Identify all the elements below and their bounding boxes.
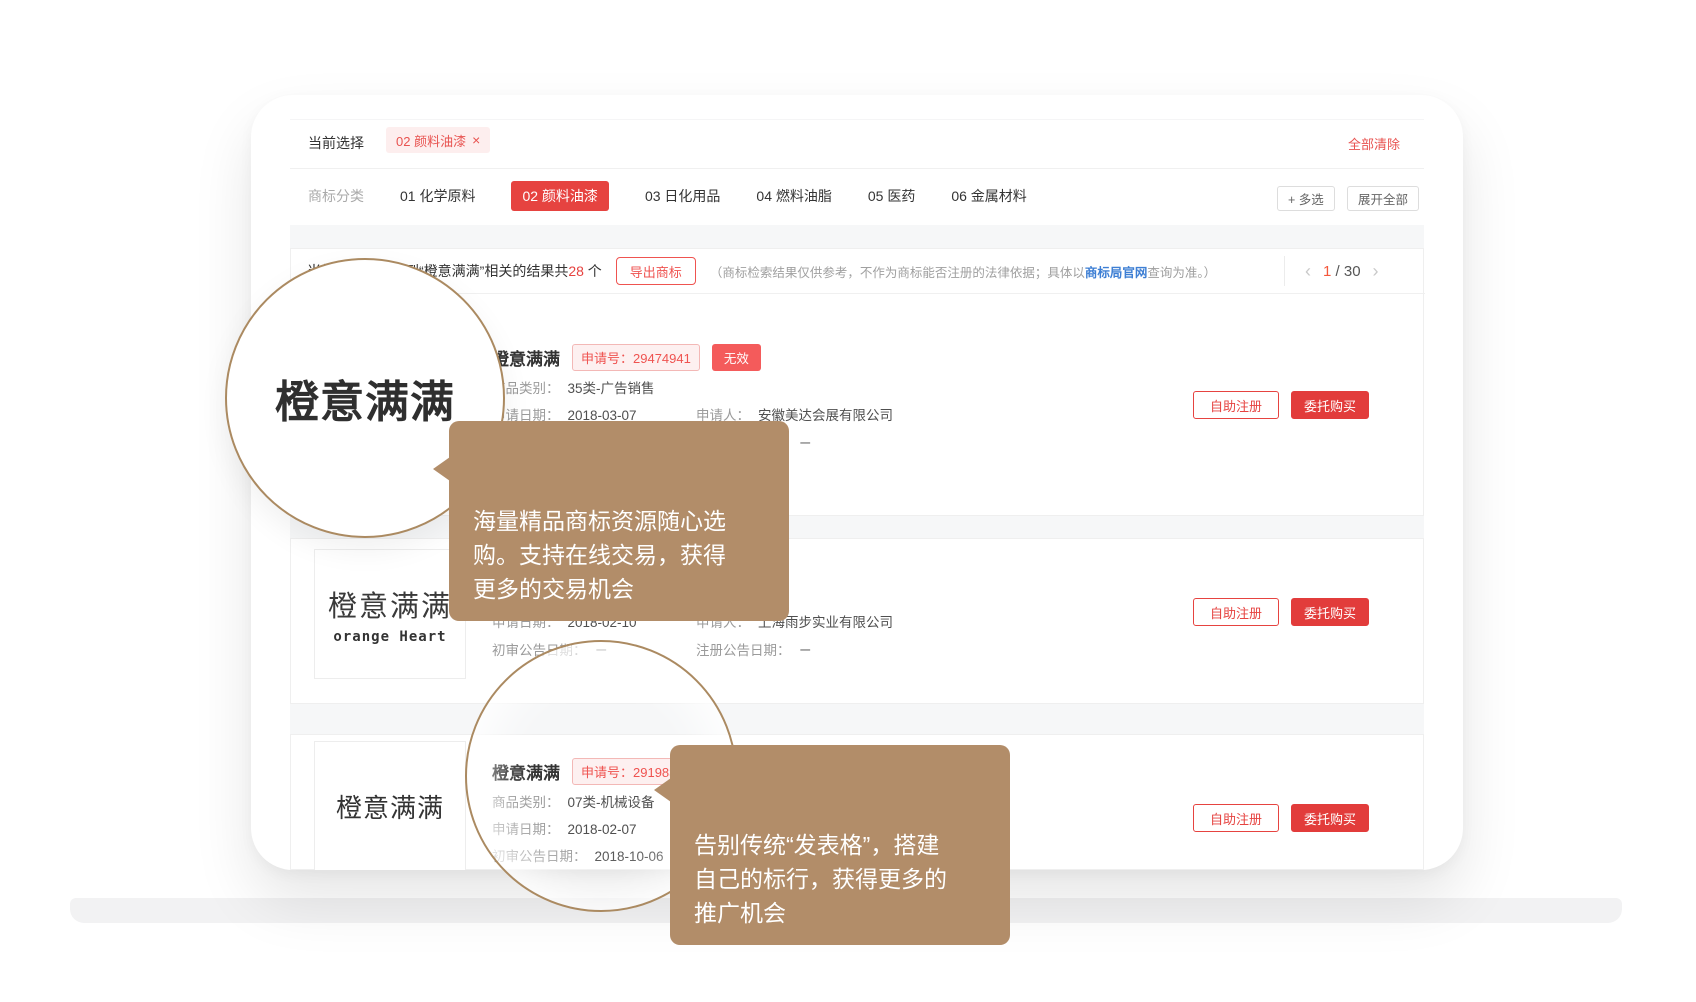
category-item-03[interactable]: 03 日化用品 <box>645 186 720 206</box>
result-title-line-1: 橙意满满 申请号：29474941 无效 <box>492 344 761 371</box>
results-count: 28 <box>568 263 584 279</box>
trademark-office-link[interactable]: 商标局官网 <box>1085 266 1148 280</box>
tooltip-arrow-icon <box>654 778 671 802</box>
trademark-image-subtext: orange Heart <box>333 629 446 645</box>
page-next-icon[interactable]: › <box>1373 262 1379 280</box>
top-edge-line <box>290 119 1424 120</box>
tooltip-arrow-icon <box>433 457 450 481</box>
page-total: 30 <box>1344 263 1361 280</box>
promo-tooltip-promote: 告别传统“发表格”，搭建 自己的标行，获得更多的 推广机会 <box>670 745 1010 945</box>
reg-date-label: 注册公告日期： <box>696 643 791 658</box>
entrust-buy-button[interactable]: 委托购买 <box>1291 804 1369 832</box>
page-separator: / <box>1331 263 1344 280</box>
page-indicator: 1 / 30 <box>1323 263 1361 280</box>
trademark-image-2[interactable]: 橙意满满 orange Heart <box>314 549 466 679</box>
divider <box>290 168 1424 169</box>
entrust-buy-button[interactable]: 委托购买 <box>1291 598 1369 626</box>
info-line: 商品类别：35类-广告销售 <box>492 377 655 397</box>
selected-filter-tag[interactable]: 02 颜料油漆 × <box>386 127 490 153</box>
page-prev-icon[interactable]: ‹ <box>1305 262 1311 280</box>
pagination: ‹ 1 / 30 › <box>1305 251 1379 291</box>
self-register-button[interactable]: 自助注册 <box>1193 598 1279 626</box>
selected-filter-tag-label: 02 颜料油漆 <box>396 131 466 150</box>
multi-select-button[interactable]: + 多选 <box>1277 186 1335 211</box>
entrust-buy-button[interactable]: 委托购买 <box>1291 391 1369 419</box>
export-trademarks-button[interactable]: 导出商标 <box>616 257 696 285</box>
summary-suffix: 个 <box>584 263 602 279</box>
category-item-06[interactable]: 06 金属材料 <box>951 186 1026 206</box>
self-register-button[interactable]: 自助注册 <box>1193 391 1279 419</box>
promo-tooltip-text: 告别传统“发表格”，搭建 自己的标行，获得更多的 推广机会 <box>694 832 947 926</box>
category-row-label: 商标分类 <box>308 186 364 206</box>
disclaimer-pre: （商标检索结果仅供参考，不作为商标能否注册的法律依据；具体以 <box>710 266 1085 280</box>
disclaimer-post: 查询为准。） <box>1147 266 1216 280</box>
application-number-badge: 申请号：29474941 <box>572 344 700 371</box>
app-no-value: 29474941 <box>633 351 691 366</box>
close-icon[interactable]: × <box>472 132 480 148</box>
current-selection-label: 当前选择 <box>308 133 364 153</box>
category-item-04[interactable]: 04 燃料油脂 <box>756 186 831 206</box>
category-item-01[interactable]: 01 化学原料 <box>400 186 475 206</box>
divider <box>291 293 1425 294</box>
reg-date-pair: 注册公告日期： － <box>696 639 812 659</box>
status-badge-invalid: 无效 <box>712 344 761 371</box>
magnified-trademark-text: 橙意满满 <box>275 366 455 430</box>
trademark-name: 橙意满满 <box>492 345 560 370</box>
category-item-05[interactable]: 05 医药 <box>868 186 915 206</box>
trademark-image-text: 橙意满满 <box>328 583 452 625</box>
disclaimer-text: （商标检索结果仅供参考，不作为商标能否注册的法律依据；具体以商标局官网查询为准。… <box>710 262 1216 281</box>
category-item-02-active[interactable]: 02 颜料油漆 <box>511 181 608 211</box>
category-row: 商标分类 01 化学原料 02 颜料油漆 03 日化用品 04 燃料油脂 05 … <box>308 182 1027 210</box>
app-no-label: 申请号： <box>581 351 633 366</box>
expand-all-button[interactable]: 展开全部 <box>1347 186 1419 211</box>
divider <box>1284 256 1285 286</box>
promo-tooltip-text: 海量精品商标资源随心选 购。支持在线交易，获得 更多的交易机会 <box>473 508 726 602</box>
self-register-button[interactable]: 自助注册 <box>1193 804 1279 832</box>
promo-tooltip-trade: 海量精品商标资源随心选 购。支持在线交易，获得 更多的交易机会 <box>449 421 789 621</box>
trademark-image-3[interactable]: 橙意满满 <box>314 741 466 870</box>
reg-date-value: － <box>799 436 813 451</box>
marketing-stage: 当前选择 02 颜料油漆 × 全部清除 商标分类 01 化学原料 02 颜料油漆… <box>0 0 1696 1002</box>
clear-all-button[interactable]: 全部清除 <box>1348 134 1400 153</box>
trademark-image-text: 橙意满满 <box>336 788 444 825</box>
reg-date-value: － <box>799 643 813 658</box>
category-value: 35类-广告销售 <box>568 381 655 396</box>
